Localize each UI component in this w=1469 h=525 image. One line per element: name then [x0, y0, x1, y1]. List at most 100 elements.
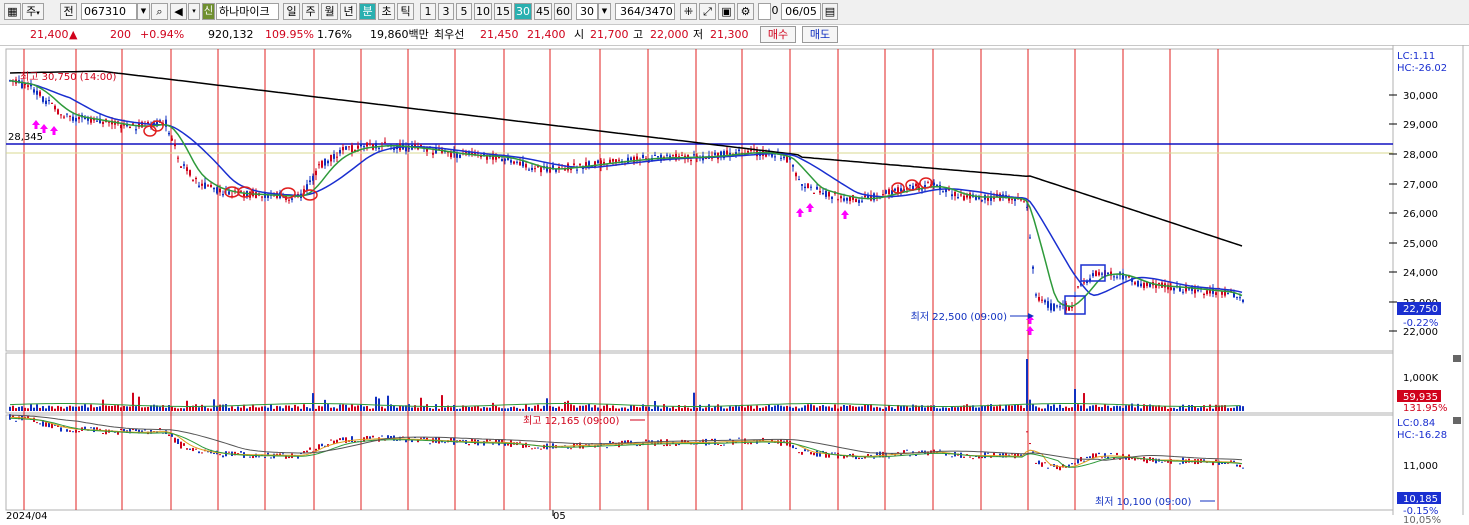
candle-body — [1125, 276, 1127, 278]
lower-candle — [1035, 462, 1037, 464]
volume-bar — [879, 407, 881, 411]
lower-candle — [222, 455, 224, 458]
candle-body — [1188, 288, 1190, 290]
volume-bar — [888, 405, 890, 411]
volume-bar — [1230, 408, 1232, 411]
volume-bar — [789, 406, 791, 411]
ask-price: 21,450 — [480, 28, 519, 41]
calendar-icon[interactable]: ▤ — [822, 3, 838, 20]
period-week[interactable]: 주 — [302, 3, 319, 20]
volume-bar — [177, 408, 179, 411]
search-icon[interactable]: ⌕ — [151, 3, 168, 20]
candle-body — [456, 153, 458, 158]
candle-body — [516, 161, 518, 163]
volume-bar — [438, 408, 440, 411]
volume-bar — [753, 408, 755, 411]
lower-panel — [5, 414, 1394, 511]
volume-bar — [474, 406, 476, 411]
main-panel — [5, 48, 1394, 352]
volume-bar — [303, 404, 305, 411]
period-minute[interactable]: 분 — [359, 3, 376, 20]
volume-bar — [1200, 407, 1202, 411]
volume-bar — [408, 404, 410, 411]
interval-60[interactable]: 60 — [554, 3, 572, 20]
interval-input[interactable]: 30 — [576, 3, 598, 20]
candle-body — [666, 154, 668, 156]
volume-bar — [1041, 408, 1043, 411]
period-month[interactable]: 월 — [321, 3, 338, 20]
candle-body — [1032, 266, 1034, 269]
date-input[interactable]: 06/05 — [781, 3, 821, 20]
layout-icon[interactable]: ▦ — [4, 3, 21, 20]
count-field[interactable]: 364/3470 — [615, 3, 675, 20]
interval-45[interactable]: 45 — [534, 3, 552, 20]
interval-dropdown-icon[interactable]: ▼ — [598, 3, 611, 20]
candle-body — [636, 156, 638, 160]
lower-candle — [1038, 460, 1040, 465]
code-dropdown-icon[interactable]: ▼ — [137, 3, 150, 20]
volume-bar — [837, 408, 839, 411]
interval-10[interactable]: 10 — [474, 3, 492, 20]
lower-candle — [75, 429, 77, 433]
volume-bar — [1110, 407, 1112, 411]
volume-bar — [1050, 406, 1052, 411]
candle-body — [1113, 276, 1115, 278]
stock-code-input[interactable]: 067310 — [81, 3, 137, 20]
type-dropdown[interactable]: 주▾ — [22, 3, 44, 20]
lower-panel-collapse-icon[interactable] — [1453, 417, 1461, 424]
candle-body — [222, 194, 224, 196]
settings-icon[interactable]: ⚙ — [737, 3, 754, 20]
period-day[interactable]: 일 — [283, 3, 300, 20]
candle-body — [1107, 272, 1109, 275]
volume-bar — [18, 406, 20, 411]
interval-5[interactable]: 5 — [456, 3, 472, 20]
sell-button[interactable]: 매도 — [802, 26, 838, 43]
speaker-icon[interactable]: ◀ — [170, 3, 187, 20]
volume-panel-collapse-icon[interactable] — [1453, 355, 1461, 362]
period-year[interactable]: 년 — [340, 3, 357, 20]
lower-candle — [837, 452, 839, 459]
lower-candle — [84, 426, 86, 430]
interval-1[interactable]: 1 — [420, 3, 436, 20]
interval-3[interactable]: 3 — [438, 3, 454, 20]
lower-candle — [345, 437, 347, 443]
candle-body — [1053, 303, 1055, 311]
period-tick[interactable]: 틱 — [397, 3, 414, 20]
candle-body — [933, 182, 935, 186]
volume-bar — [1074, 389, 1076, 411]
lower-candle — [297, 456, 299, 459]
volume-bar — [1035, 406, 1037, 411]
price-change: 200 — [110, 28, 131, 41]
volume-bar — [129, 406, 131, 411]
candle-body — [600, 160, 602, 167]
interval-15[interactable]: 15 — [494, 3, 512, 20]
volume-bar — [309, 408, 311, 411]
volume-bar — [213, 399, 215, 411]
interval-30[interactable]: 30 — [514, 3, 532, 20]
volume-bar — [459, 408, 461, 411]
save-icon[interactable]: ▣ — [718, 3, 735, 20]
lower-candle — [1101, 457, 1103, 459]
candle-body — [33, 89, 35, 93]
type-toggle-button[interactable]: 전 — [60, 3, 77, 20]
volume-bar — [555, 407, 557, 411]
y-tick: 29,000 — [1403, 120, 1438, 131]
chart-add-icon[interactable]: ⤢ — [699, 3, 716, 20]
volume-bar — [1155, 406, 1157, 411]
volume-bar — [864, 404, 866, 411]
volume-bar — [189, 406, 191, 411]
buy-button[interactable]: 매수 — [760, 26, 796, 43]
volume-y-tick: 1,000K — [1403, 373, 1439, 384]
lower-candle — [534, 447, 536, 449]
lower-candle — [96, 427, 98, 430]
lower-candle — [528, 445, 530, 447]
grid-icon[interactable]: ⁜ — [680, 3, 697, 20]
candle-body — [51, 102, 53, 104]
volume-bar — [138, 396, 140, 411]
price-chart[interactable]: 최고 30,750 (14:00) 28,345 최저 22,500 (09:0… — [0, 45, 1469, 525]
period-second[interactable]: 초 — [378, 3, 395, 20]
lower-candle — [1047, 467, 1049, 469]
sound-dropdown-icon[interactable]: ▾ — [188, 3, 200, 20]
volume-bar — [558, 406, 560, 411]
volume-bar — [510, 407, 512, 411]
